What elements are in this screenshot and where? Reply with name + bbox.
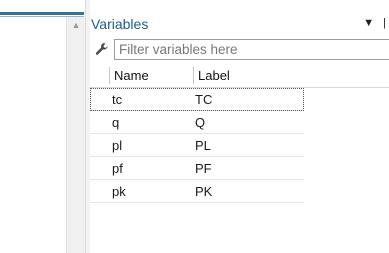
- variables-list: tc TC q Q pl PL pf PF pk PK: [90, 88, 304, 203]
- table-row[interactable]: pl PL: [90, 134, 304, 157]
- table-row[interactable]: pf PF: [90, 157, 304, 180]
- filter-variables-field[interactable]: [114, 39, 389, 60]
- variable-name: pf: [112, 161, 123, 176]
- variable-name: tc: [112, 92, 123, 107]
- variables-panel: Variables ▼ | Name Label tc TC q Q pl PL…: [90, 0, 389, 253]
- left-pane: [0, 0, 66, 253]
- variable-name: q: [112, 115, 120, 130]
- column-header-label[interactable]: Label: [198, 68, 230, 83]
- variable-label: TC: [195, 92, 213, 107]
- column-separator[interactable]: [193, 67, 194, 84]
- variables-grid-header: Name Label: [90, 64, 389, 88]
- table-row[interactable]: tc TC: [90, 88, 304, 111]
- table-row[interactable]: pk PK: [90, 180, 304, 203]
- panel-menu-icons[interactable]: ▼ |: [363, 17, 389, 29]
- column-header-name[interactable]: Name: [114, 68, 149, 83]
- variable-label: Q: [195, 115, 206, 130]
- panel-title: Variables: [91, 16, 149, 32]
- pane-accent-line: [0, 12, 84, 15]
- wrench-icon[interactable]: [95, 42, 109, 56]
- column-separator[interactable]: [109, 67, 110, 84]
- variable-label: PK: [195, 184, 213, 199]
- table-row[interactable]: q Q: [90, 111, 304, 134]
- chevron-up-icon[interactable]: ▲: [70, 19, 82, 31]
- variable-label: PF: [195, 161, 212, 176]
- vertical-scrollbar[interactable]: ▲: [66, 17, 85, 253]
- variable-label: PL: [195, 138, 211, 153]
- variable-name: pl: [112, 138, 123, 153]
- variable-name: pk: [112, 184, 126, 199]
- filter-variables-input[interactable]: [115, 40, 389, 59]
